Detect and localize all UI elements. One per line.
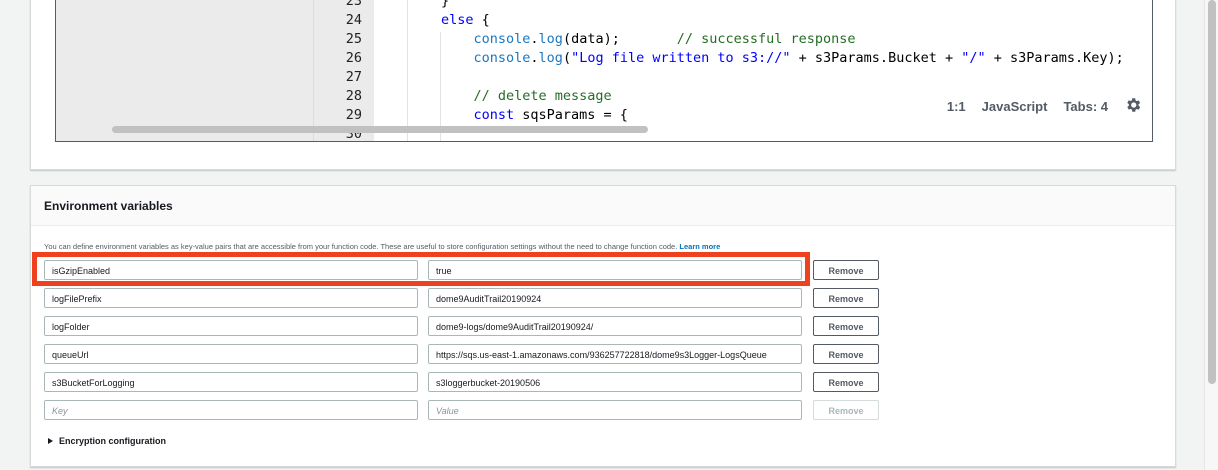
code-token: const — [473, 107, 515, 123]
line-number: 23 — [345, 0, 362, 9]
code-token: } — [441, 0, 450, 9]
code-token: "/" — [961, 50, 986, 66]
remove-button[interactable]: Remove — [813, 288, 879, 308]
env-value-input[interactable]: s3loggerbucket-20190506 — [428, 372, 802, 392]
gear-icon[interactable] — [1124, 96, 1142, 117]
line-number: 26 — [345, 50, 362, 66]
code-token: log — [538, 31, 563, 47]
code-line: else { — [441, 11, 490, 30]
learn-more-link[interactable]: Learn more — [679, 242, 720, 251]
remove-button[interactable]: Remove — [813, 316, 879, 336]
env-key-input[interactable]: queueUrl — [44, 344, 418, 364]
encryption-configuration-toggle[interactable]: Encryption configuration — [48, 436, 166, 446]
code-line: console.log(data); // successful respons… — [474, 30, 856, 49]
code-line: } — [441, 0, 449, 11]
code-line: // delete message — [474, 87, 612, 106]
env-key-input[interactable]: s3BucketForLogging — [44, 372, 418, 392]
indent-guide — [440, 32, 441, 141]
code-token: (data); — [562, 31, 677, 47]
code-token: "Log file written to s3://" — [571, 50, 791, 66]
function-code-panel: 23 24 25 26 27 28 29 30 } else {console.log(data… — [30, 0, 1176, 170]
code-token: { — [473, 12, 490, 28]
code-area[interactable]: } else {console.log(data); // successful … — [374, 0, 1152, 141]
env-value-input[interactable]: Value — [428, 400, 802, 420]
encryption-configuration-label: Encryption configuration — [59, 436, 166, 446]
code-token: console — [473, 31, 531, 47]
line-number: 24 — [345, 12, 362, 28]
line-number: 27 — [345, 69, 362, 85]
code-token: + s3Params.Key); — [985, 50, 1124, 66]
remove-button[interactable]: Remove — [813, 372, 879, 392]
code-token: sqsParams = { — [514, 107, 628, 123]
code-line: const sqsParams = { — [474, 106, 628, 125]
line-number: 25 — [345, 31, 362, 47]
code-token: . — [530, 31, 539, 47]
env-key-input[interactable]: Key — [44, 400, 418, 420]
env-value-input[interactable]: dome9AuditTrail20190924 — [428, 288, 802, 308]
env-value-input[interactable]: dome9-logs/dome9AuditTrail20190924/ — [428, 316, 802, 336]
cursor-position: 1:1 — [946, 99, 966, 114]
code-token: console — [473, 50, 531, 66]
file-tree-pane — [56, 0, 314, 141]
env-value-input[interactable]: https://sqs.us-east-1.amazonaws.com/9362… — [428, 344, 802, 364]
code-token: . — [530, 50, 539, 66]
caret-right-icon — [48, 438, 53, 444]
remove-button[interactable]: Remove — [813, 344, 879, 364]
code-editor[interactable]: 23 24 25 26 27 28 29 30 } else {console.log(data… — [55, 0, 1153, 142]
indent-guide — [407, 0, 408, 141]
line-number: 28 — [345, 88, 362, 104]
scrollbar-thumb[interactable] — [1208, 0, 1216, 384]
remove-button[interactable]: Remove — [813, 400, 879, 420]
code-token: ( — [562, 50, 572, 66]
annotation-highlight-box — [32, 252, 810, 286]
code-line: console.log("Log file written to s3://" … — [474, 49, 1124, 68]
code-token: // successful response — [676, 31, 856, 47]
line-number-gutter: 23 24 25 26 27 28 29 30 — [314, 0, 374, 141]
code-token: + s3Params.Bucket + — [790, 50, 962, 66]
env-key-input[interactable]: logFilePrefix — [44, 288, 418, 308]
remove-button[interactable]: Remove — [813, 260, 879, 280]
env-description: You can define environment variables as … — [44, 242, 721, 251]
code-token: // delete message — [473, 88, 612, 104]
horizontal-scrollbar[interactable] — [112, 126, 648, 133]
env-section-title: Environment variables — [31, 186, 1175, 226]
page-vertical-scrollbar[interactable] — [1204, 0, 1218, 470]
code-token: else — [441, 12, 474, 28]
line-number: 29 — [345, 107, 362, 123]
tab-size[interactable]: Tabs: 4 — [1063, 99, 1108, 114]
code-token: log — [538, 50, 563, 66]
editor-status-bar: 1:1 JavaScript Tabs: 4 — [946, 96, 1142, 117]
language-mode[interactable]: JavaScript — [982, 99, 1048, 114]
environment-variables-panel: Environment variables You can define env… — [30, 185, 1176, 467]
env-key-input[interactable]: logFolder — [44, 316, 418, 336]
